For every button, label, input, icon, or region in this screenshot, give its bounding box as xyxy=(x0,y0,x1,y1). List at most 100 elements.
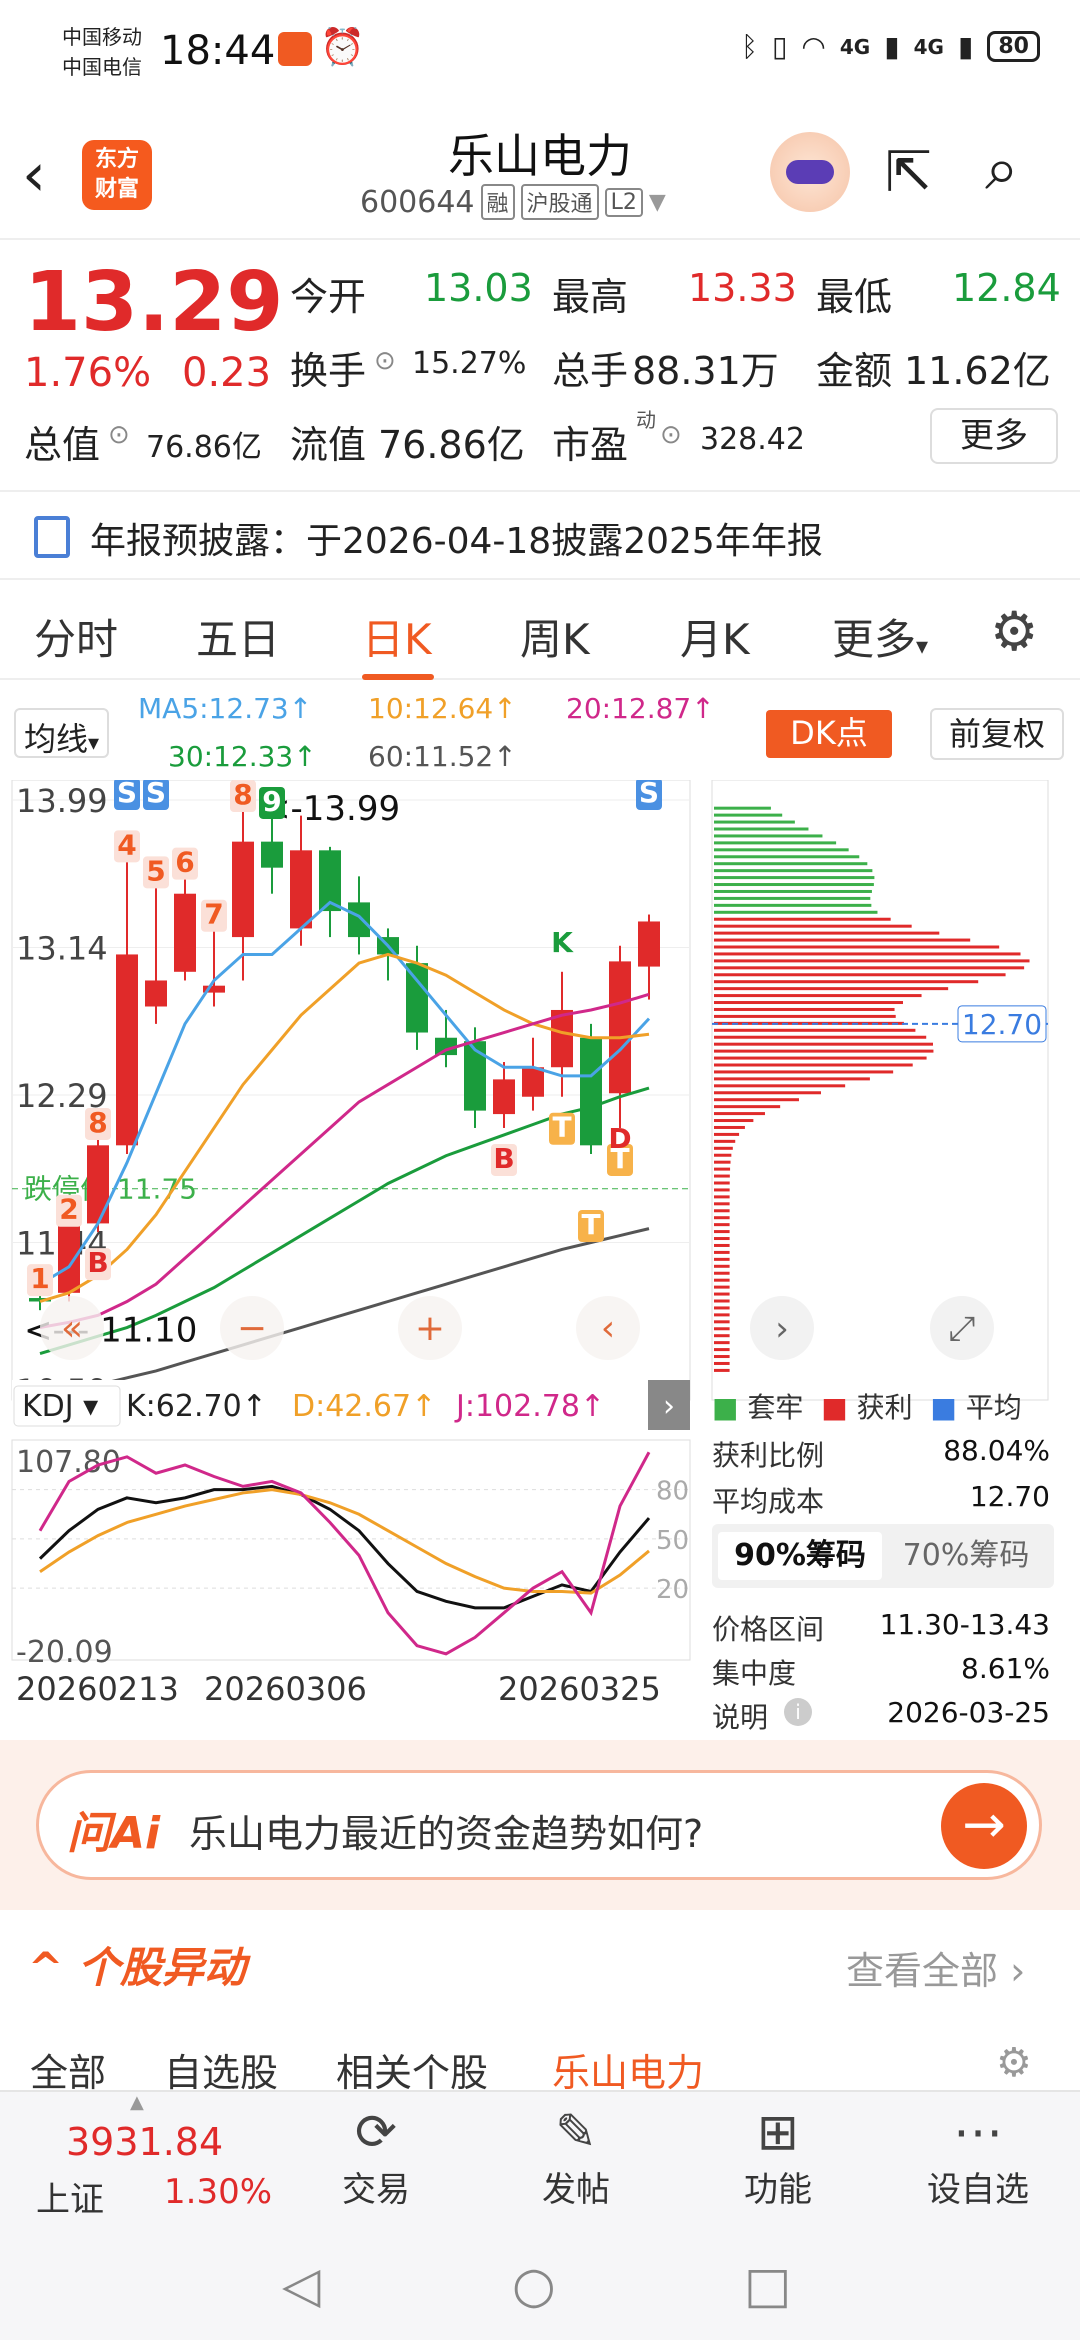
open-label: 今开 xyxy=(290,275,367,319)
announcement-text: 年报预披露：于2026-04-18披露2025年年报 xyxy=(90,521,823,562)
subtab-stock[interactable]: 乐山电力 xyxy=(552,2042,704,2097)
change-amount: 0.23 xyxy=(182,350,272,396)
tab-chip-90[interactable]: 90%筹码 xyxy=(718,1532,882,1580)
amount-value: 11.62亿 xyxy=(904,349,1051,393)
candle-body xyxy=(116,954,138,1146)
chip-bar xyxy=(714,1146,733,1150)
chip-bar xyxy=(714,896,871,900)
chip-bar xyxy=(714,1049,934,1053)
red-square-icon: ■ xyxy=(821,1391,848,1424)
margin-tag: 融 xyxy=(480,184,515,220)
chip-bar xyxy=(714,1132,740,1136)
tab-intraday[interactable]: 分时 xyxy=(34,606,118,667)
high-label: 最高 xyxy=(552,275,629,319)
period-tabs: 分时 五日 日K 周K 月K 更多▾ ⚙ xyxy=(0,580,1080,680)
chip-bar xyxy=(714,1035,927,1039)
ma60-value: 60:11.52↑ xyxy=(368,740,517,773)
chip-bar xyxy=(714,820,795,824)
tab-chip-70[interactable]: 70%筹码 xyxy=(884,1532,1048,1580)
grid-icon: ⊞ xyxy=(757,2103,799,2161)
nav-add-watchlist[interactable]: ⋯ 设自选 xyxy=(908,2102,1048,2211)
concentration-value: 8.61% xyxy=(961,1652,1050,1685)
chip-bar xyxy=(714,1257,730,1261)
announcement-bar[interactable]: 年报预披露：于2026-04-18披露2025年年报 xyxy=(0,490,1080,580)
subtab-related[interactable]: 相关个股 xyxy=(336,2042,488,2097)
movements-title[interactable]: ^ 个股异动 xyxy=(28,1934,246,1995)
share-icon[interactable]: ⇱ xyxy=(885,140,932,205)
limit-down-label: 跌停价 11.75 xyxy=(24,1173,197,1206)
signal-label: 6 xyxy=(175,846,194,879)
arrow-right-icon[interactable]: → xyxy=(941,1783,1027,1869)
info-icon[interactable]: ⊙ xyxy=(660,420,682,450)
price-range-label: 价格区间 xyxy=(712,1613,825,1646)
chip-bar xyxy=(714,1223,730,1227)
candle-body xyxy=(261,841,283,868)
stock-code-row[interactable]: 600644 融 沪股通 L2 ▼ xyxy=(360,184,666,220)
index-value[interactable]: 3931.84 xyxy=(66,2120,223,2164)
chevron-right-icon: › xyxy=(663,1389,675,1424)
status-icons: ᛒ ▯ ◠ 4G ▮ 4G ▮ 80 xyxy=(741,30,1040,63)
tab-five-day[interactable]: 五日 xyxy=(196,606,280,667)
nav-post[interactable]: ✎ 发帖 xyxy=(506,2102,646,2211)
chart-control-icon: − xyxy=(237,1308,267,1349)
chart-area[interactable]: 13.9913.1412.2911.4410.59跌停价 11.75<-13.9… xyxy=(0,776,1080,1740)
chip-bar xyxy=(714,1077,870,1081)
tab-weekly-k[interactable]: 周K xyxy=(520,606,590,667)
nav-functions[interactable]: ⊞ 功能 xyxy=(708,2102,848,2211)
bottom-nav: ▲ 3931.84 上证 1.30% ⟳ 交易 ✎ 发帖 ⊞ 功能 ⋯ 设自选 xyxy=(0,2090,1080,2226)
subtab-all[interactable]: 全部 xyxy=(30,2042,106,2097)
date-tick-label: 20260325 xyxy=(498,1670,661,1708)
ai-question-box[interactable]: 问Ai 乐山电力最近的资金趋势如何? → xyxy=(36,1770,1042,1880)
legend-trapped: 套牢 xyxy=(747,1391,804,1424)
tab-monthly-k[interactable]: 月K xyxy=(680,606,750,667)
adjust-button[interactable]: 前复权 xyxy=(930,708,1064,760)
chip-bar xyxy=(714,1174,730,1178)
system-home-icon[interactable]: ○ xyxy=(512,2256,556,2314)
signal-label: T xyxy=(552,1111,571,1144)
chip-bar xyxy=(714,848,849,852)
chip-bar xyxy=(714,806,771,810)
tab-more[interactable]: 更多▾ xyxy=(832,606,928,667)
amount-label: 金额 xyxy=(816,349,893,393)
chip-bar xyxy=(714,987,949,991)
chip-bar xyxy=(714,1070,894,1074)
date-tick-label: 20260213 xyxy=(16,1670,179,1708)
robot-avatar-icon[interactable] xyxy=(770,132,850,212)
price-range-value: 11.30-13.43 xyxy=(879,1608,1050,1641)
index-name[interactable]: 上证 xyxy=(36,2172,104,2221)
info-icon[interactable]: ⊙ xyxy=(374,346,396,376)
chip-bar xyxy=(714,1341,730,1345)
subtab-watchlist[interactable]: 自选股 xyxy=(164,2042,278,2097)
chip-bar xyxy=(714,1216,730,1220)
candle-body xyxy=(609,961,631,1094)
dk-point-button[interactable]: DK点 xyxy=(766,710,892,758)
more-quote-button[interactable]: 更多 xyxy=(930,408,1058,464)
volume-value: 88.31万 xyxy=(632,349,779,393)
chip-bar xyxy=(714,959,1030,963)
gear-icon[interactable]: ⚙ xyxy=(990,600,1038,663)
tab-daily-k[interactable]: 日K xyxy=(362,606,432,667)
index-percent[interactable]: 1.30% xyxy=(164,2172,272,2212)
chip-bar xyxy=(714,1264,730,1268)
indicator-selector[interactable]: 均线▾ xyxy=(14,708,110,758)
search-icon[interactable]: ⌕ xyxy=(985,134,1019,204)
system-back-icon[interactable]: ◁ xyxy=(282,2256,320,2314)
wifi-icon: ◠ xyxy=(801,30,826,63)
connect-tag: 沪股通 xyxy=(520,184,599,220)
chip-bar xyxy=(714,952,1021,956)
gear-icon[interactable]: ⚙ xyxy=(996,2040,1032,2086)
chip-bar xyxy=(714,973,1006,977)
view-all-link[interactable]: 查看全部 › xyxy=(846,1940,1025,1995)
kdj-level-label: 20 xyxy=(656,1575,689,1605)
kdj-bottom-label: -20.09 xyxy=(16,1635,113,1670)
chevron-down-icon: ▼ xyxy=(648,189,666,215)
info-icon[interactable]: i xyxy=(784,1698,812,1726)
concentration-label: 集中度 xyxy=(712,1657,797,1690)
kline-chart[interactable]: 13.9913.1412.2911.4410.59跌停价 11.75<-13.9… xyxy=(0,776,1080,1740)
system-recents-icon[interactable]: □ xyxy=(744,2256,791,2314)
nav-trade[interactable]: ⟳ 交易 xyxy=(306,2102,446,2211)
info-icon[interactable]: ⊙ xyxy=(108,420,130,450)
chip-bar xyxy=(714,1271,730,1275)
ai-section: 问Ai 乐山电力最近的资金趋势如何? → xyxy=(0,1740,1080,1910)
chip-legend: ■ 套牢 ■ 获利 ■ 平均 xyxy=(712,1386,1022,1426)
